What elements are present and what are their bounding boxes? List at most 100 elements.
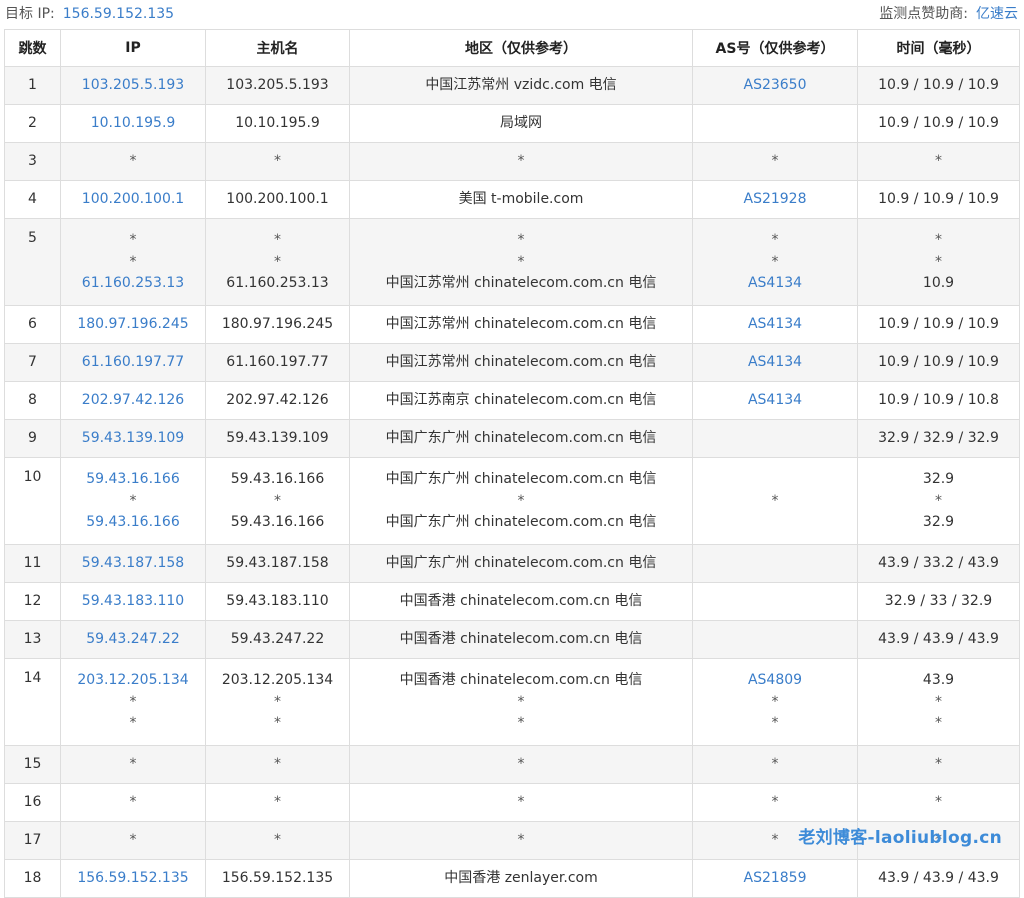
region-cell-lines: 中国香港 chinatelecom.com.cn 电信	[350, 592, 692, 611]
region-text: 美国 t-mobile.com	[458, 191, 584, 207]
asn-text	[693, 554, 857, 573]
ip-link[interactable]: 10.10.195.9	[61, 114, 205, 133]
time-text: 10.9 / 10.9 / 10.9	[878, 354, 999, 370]
asn-link[interactable]: AS4134	[693, 353, 857, 372]
table-row: 8 202.97.42.126 202.97.42.126 中国江苏南京 chinat…	[4, 381, 1020, 420]
region-cell-lines: 中国江苏常州 chinatelecom.com.cn 电信	[350, 353, 692, 372]
time-text: 32.9	[922, 471, 955, 487]
hostname-cell-lines: 61.160.197.77	[206, 353, 349, 372]
table-row: 18 156.59.152.135 156.59.152.135 中国香港 zenla…	[4, 859, 1020, 898]
time-cell: * * 10.9	[857, 218, 1020, 306]
col-asn-header: AS号（仅供参考）	[692, 29, 858, 67]
hostname-text: *	[274, 693, 281, 710]
hostname-text: 103.205.5.193	[226, 77, 329, 93]
ip-link[interactable]: 100.200.100.1	[61, 190, 205, 209]
region-cell: *	[349, 745, 693, 784]
time-cell: 43.9 * *	[857, 658, 1020, 746]
hop-cell: 5	[4, 218, 61, 306]
ip-cell: 61.160.197.77	[60, 343, 206, 382]
hostname-cell: *	[205, 821, 350, 860]
asn-cell-lines: * * AS4134	[693, 231, 857, 293]
ip-link[interactable]: 61.160.253.13	[61, 274, 205, 293]
hostname-cell-lines: 59.43.16.166 * 59.43.16.166	[206, 470, 349, 532]
target-bar: 目标 IP: 156.59.152.135 监测点赞助商: 亿速云	[0, 0, 1024, 26]
ip-link[interactable]: 59.43.183.110	[61, 592, 205, 611]
ip-link[interactable]: 59.43.16.166	[61, 470, 205, 489]
time-cell-lines: 32.9 / 33 / 32.9	[858, 592, 1019, 611]
sponsor-link[interactable]: 亿速云	[976, 6, 1018, 22]
region-cell-lines: 中国广东广州 chinatelecom.com.cn 电信	[350, 554, 692, 573]
table-header-row: 跳数 IP 主机名 地区（仅供参考） AS号（仅供参考） 时间（毫秒）	[4, 29, 1020, 67]
asn-text: *	[771, 492, 779, 509]
hostname-cell: 61.160.197.77	[205, 343, 350, 382]
region-cell-lines: *	[350, 152, 692, 171]
hostname-cell: 156.59.152.135	[205, 859, 350, 898]
asn-link[interactable]: AS4134	[693, 274, 857, 293]
time-text: 10.9 / 10.9 / 10.8	[878, 392, 999, 408]
hop-cell: 16	[4, 783, 61, 822]
time-cell-lines: 43.9 * *	[858, 671, 1019, 733]
asn-link[interactable]: AS23650	[693, 76, 857, 95]
hostname-cell-lines: *	[206, 831, 349, 850]
ip-link[interactable]: 103.205.5.193	[61, 76, 205, 95]
hop-cell: 2	[4, 104, 61, 143]
hop-cell: 10	[4, 457, 61, 545]
ip-link[interactable]: 59.43.139.109	[61, 429, 205, 448]
ip-link[interactable]: 203.12.205.134	[61, 671, 205, 690]
asn-text	[693, 592, 857, 611]
ip-cell-lines: 61.160.197.77	[61, 353, 205, 372]
region-cell-lines: 中国江苏常州 vzidc.com 电信	[350, 76, 692, 95]
ip-cell-lines: *	[61, 755, 205, 774]
region-cell: 美国 t-mobile.com	[349, 180, 693, 219]
asn-cell: AS21928	[692, 180, 858, 219]
asn-cell	[692, 620, 858, 659]
hop-cell: 18	[4, 859, 61, 898]
time-cell: 10.9 / 10.9 / 10.9	[857, 343, 1020, 382]
table-row: 6 180.97.196.245 180.97.196.245 中国江苏常州 chin…	[4, 305, 1020, 344]
asn-link[interactable]: AS21859	[693, 869, 857, 888]
ip-link[interactable]: 156.59.152.135	[61, 869, 205, 888]
time-text: *	[935, 253, 942, 270]
time-text: *	[935, 153, 942, 169]
region-text: 中国广东广州 chinatelecom.com.cn 电信	[385, 555, 657, 571]
hostname-text: *	[274, 232, 281, 248]
asn-cell-lines: AS4809 * *	[693, 671, 857, 733]
hostname-text: *	[274, 756, 281, 772]
asn-cell-lines	[693, 114, 857, 133]
ip-cell: 100.200.100.1	[60, 180, 206, 219]
region-text: 中国广东广州 chinatelecom.com.cn 电信	[385, 471, 657, 487]
time-cell-lines: 43.9 / 43.9 / 43.9	[858, 869, 1019, 888]
ip-link[interactable]: 59.43.16.166	[61, 513, 205, 532]
asn-link[interactable]: AS4134	[693, 315, 857, 334]
hostname-cell-lines: 156.59.152.135	[206, 869, 349, 888]
region-cell-lines: 中国江苏南京 chinatelecom.com.cn 电信	[350, 391, 692, 410]
asn-link[interactable]: AS4134	[693, 391, 857, 410]
asn-cell: *	[692, 457, 858, 545]
region-text: *	[517, 253, 525, 270]
ip-link[interactable]: 202.97.42.126	[61, 391, 205, 410]
time-cell-lines: 32.9 * 32.9	[858, 470, 1019, 532]
asn-text	[693, 114, 857, 133]
ip-link[interactable]: 59.43.187.158	[61, 554, 205, 573]
hostname-cell: 203.12.205.134 * *	[205, 658, 350, 746]
asn-cell-lines	[693, 554, 857, 573]
asn-cell-lines: *	[693, 470, 857, 532]
region-cell-lines: 中国江苏常州 chinatelecom.com.cn 电信	[350, 315, 692, 334]
asn-cell: AS23650	[692, 66, 858, 105]
time-cell: 43.9 / 43.9 / 43.9	[857, 859, 1020, 898]
ip-cell: 203.12.205.134 * *	[60, 658, 206, 746]
ip-text: *	[129, 232, 137, 248]
ip-link[interactable]: 180.97.196.245	[61, 315, 205, 334]
ip-cell: 156.59.152.135	[60, 859, 206, 898]
ip-link[interactable]: 61.160.197.77	[61, 353, 205, 372]
hostname-cell: 202.97.42.126	[205, 381, 350, 420]
ip-link[interactable]: 59.43.247.22	[61, 630, 205, 649]
col-hostname-header: 主机名	[205, 29, 350, 67]
table-row: 1 103.205.5.193 103.205.5.193 中国江苏常州 vzidc.…	[4, 66, 1020, 105]
asn-link[interactable]: AS4809	[693, 671, 857, 690]
asn-cell-lines	[693, 429, 857, 448]
time-cell: 32.9 * 32.9	[857, 457, 1020, 545]
asn-link[interactable]: AS21928	[693, 190, 857, 209]
region-cell: 中国广东广州 chinatelecom.com.cn 电信 * 中国广东广州 chi…	[349, 457, 693, 545]
hostname-text: 156.59.152.135	[221, 870, 334, 886]
